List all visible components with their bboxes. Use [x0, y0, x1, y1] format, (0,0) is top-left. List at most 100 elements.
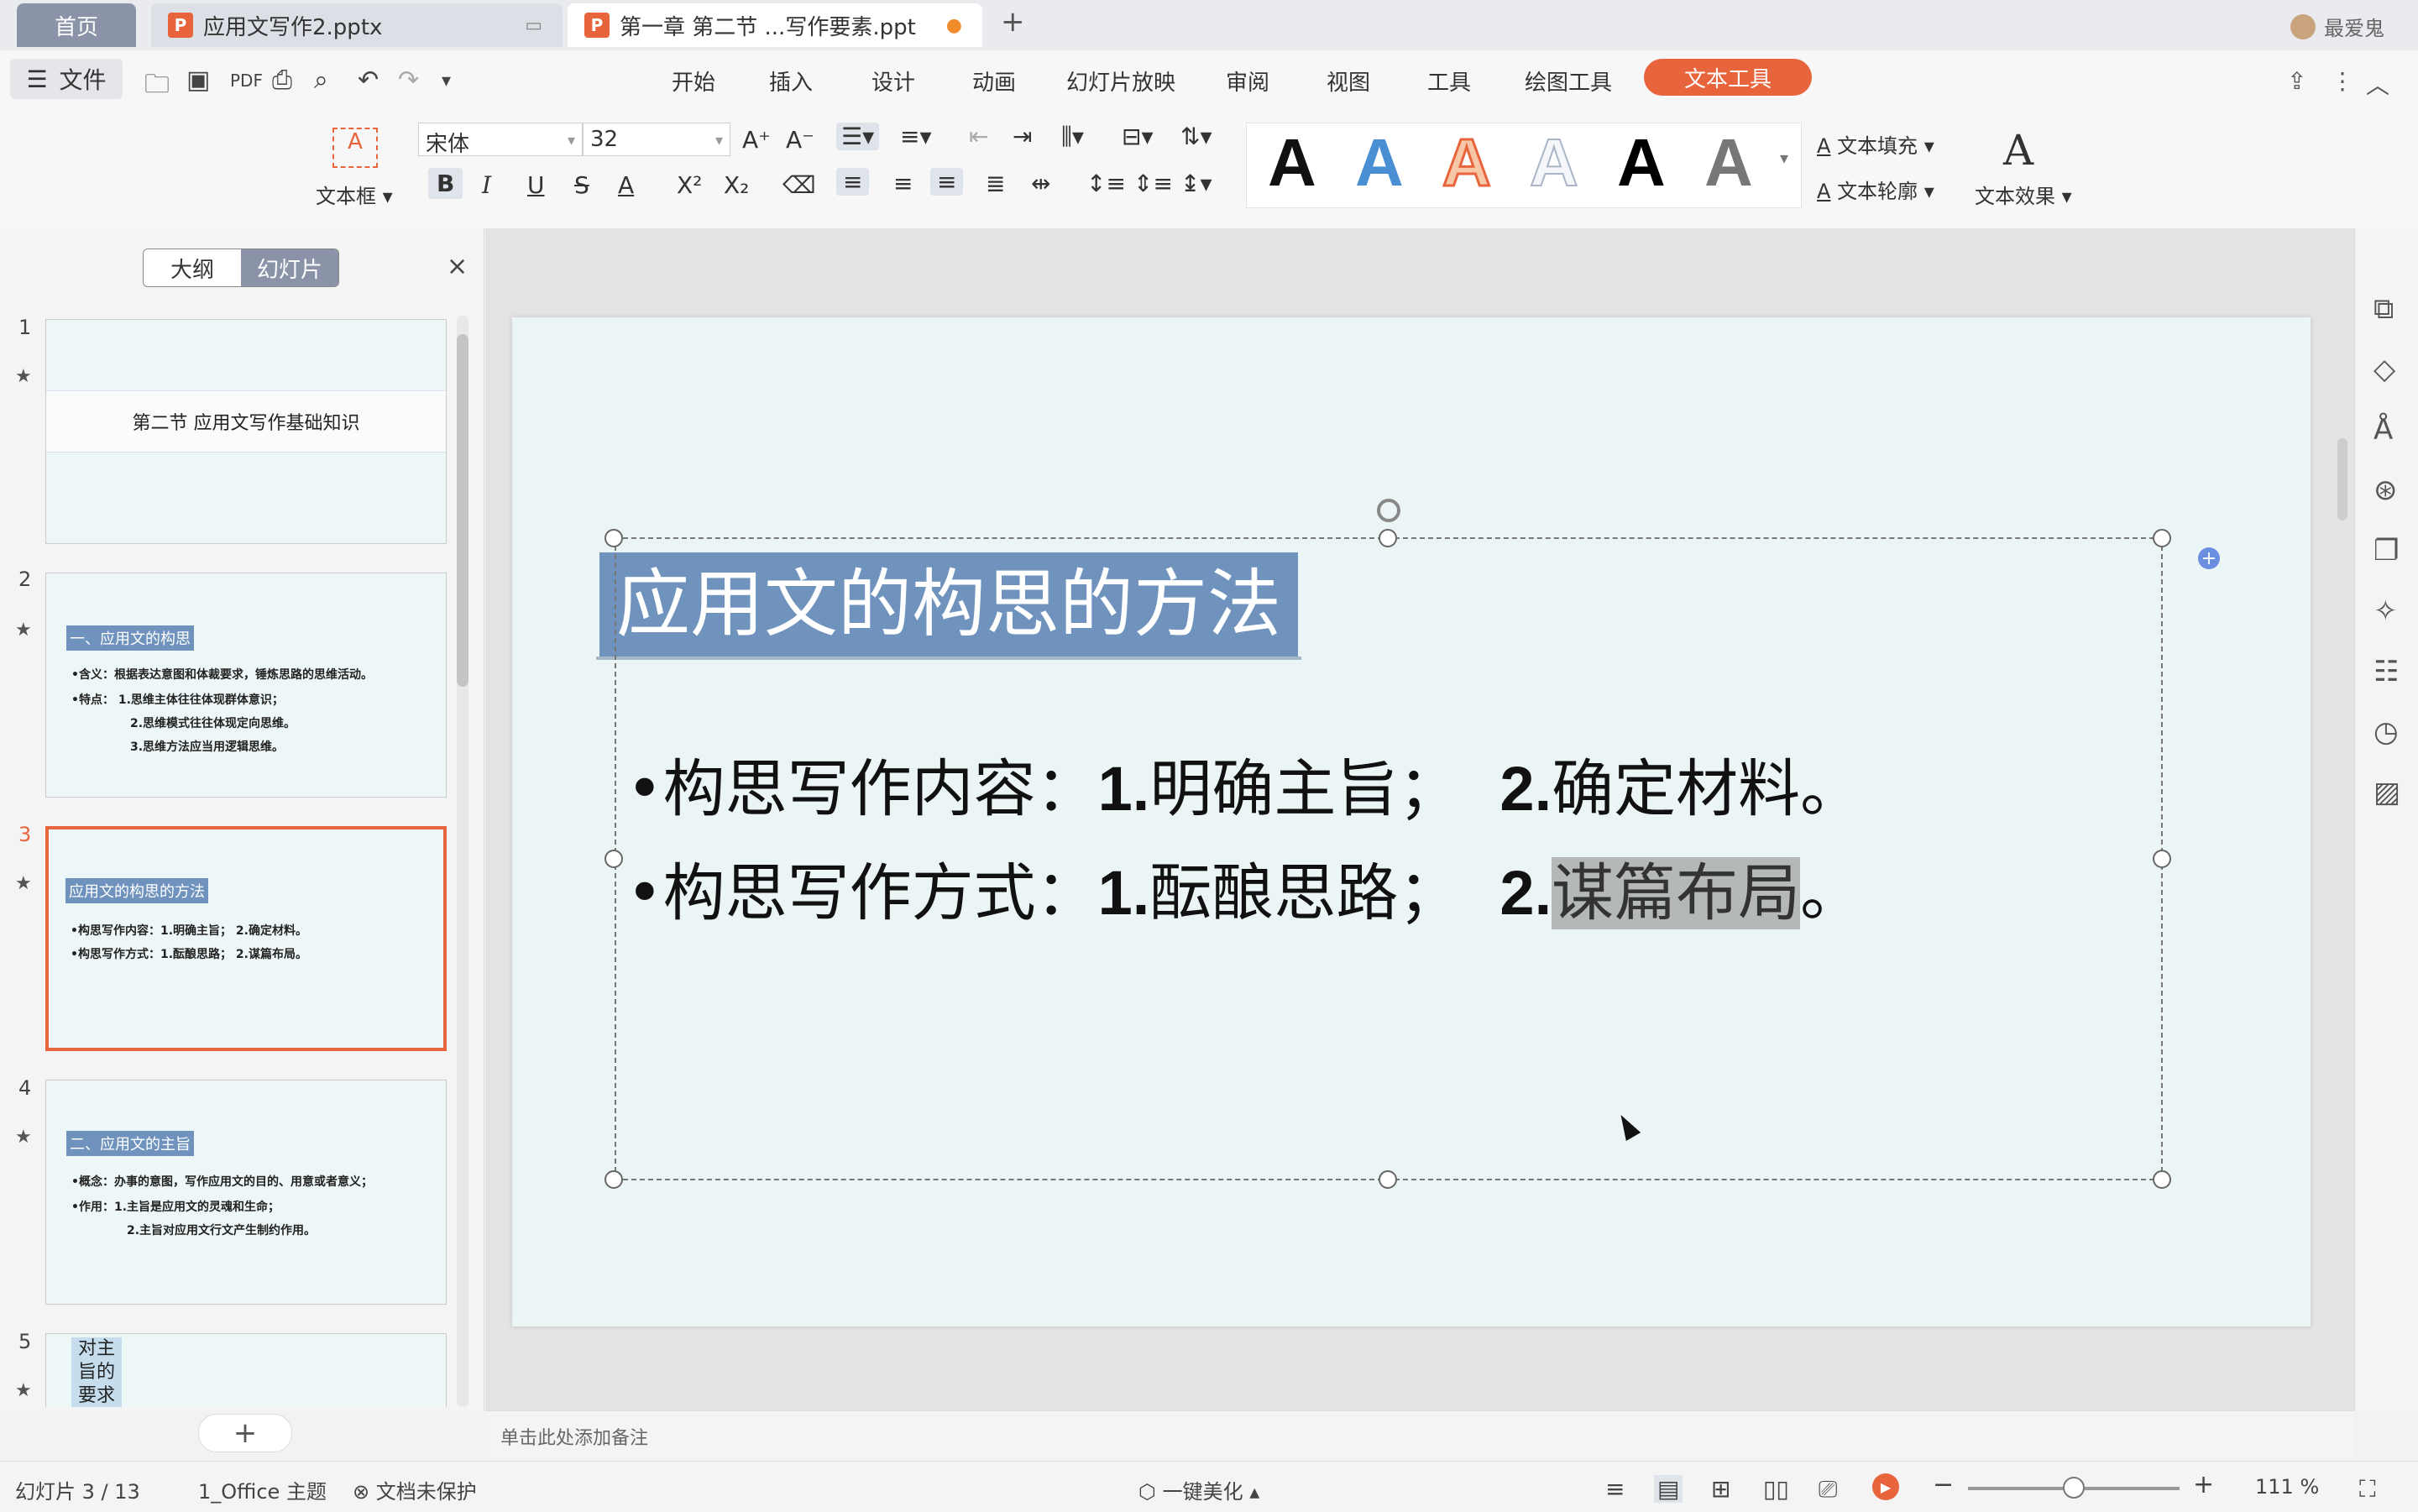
text-style-light-outline[interactable]: A: [1529, 124, 1579, 201]
menu-drawing-tools[interactable]: 绘图工具: [1525, 65, 1612, 97]
rotate-handle-icon[interactable]: [1377, 499, 1400, 522]
outline-tab[interactable]: 大纲: [144, 249, 241, 286]
normal-view-icon[interactable]: ▤: [1654, 1475, 1683, 1503]
slide-thumbnail[interactable]: 对主旨的要求: [45, 1333, 447, 1407]
collapse-ribbon-icon[interactable]: ︿: [2366, 67, 2389, 101]
font-size-select[interactable]: 32 ▾: [583, 123, 730, 156]
fit-window-icon[interactable]: ⛶: [2359, 1475, 2376, 1504]
monitor-icon[interactable]: ▭: [525, 15, 542, 36]
increase-indent-icon[interactable]: ⇥: [1013, 123, 1032, 150]
menu-design[interactable]: 设计: [871, 65, 915, 97]
close-panel-button[interactable]: ×: [447, 252, 468, 281]
menu-tools[interactable]: 工具: [1427, 65, 1471, 97]
textbox-button[interactable]: 文本框 ▾: [316, 180, 393, 209]
settings-sliders-icon[interactable]: ☷: [2374, 655, 2399, 688]
bullets-icon[interactable]: ☰▾: [836, 123, 880, 150]
layers-icon[interactable]: ❐: [2374, 534, 2399, 568]
font-color-icon[interactable]: A: [618, 171, 634, 199]
text-style-blue[interactable]: A: [1355, 124, 1404, 201]
reading-view-icon[interactable]: ▯▯: [1763, 1475, 1789, 1503]
numbering-icon[interactable]: ≡▾: [900, 123, 932, 150]
convert-icon[interactable]: ⧉: [2374, 292, 2394, 326]
menu-review[interactable]: 审阅: [1226, 65, 1269, 97]
align-right-icon[interactable]: ≡: [930, 168, 964, 196]
canvas-scrollbar[interactable]: [2336, 238, 2349, 1397]
bold-icon[interactable]: B: [428, 168, 463, 199]
text-effect-button[interactable]: 文本效果 ▾: [1975, 180, 2072, 209]
text-effect-icon[interactable]: A: [2003, 126, 2033, 175]
distribute-icon[interactable]: ⇹: [1031, 170, 1050, 197]
resize-handle[interactable]: [2153, 1170, 2171, 1189]
canvas-scrollbar-thumb[interactable]: [2337, 438, 2347, 521]
paragraph-spacing-icon[interactable]: ⇕≡: [1133, 170, 1173, 197]
more-icon[interactable]: ⋮: [2331, 67, 2354, 95]
beautify-button[interactable]: ⬡ 一键美化 ▴: [1138, 1475, 1259, 1504]
share-icon[interactable]: ⇪: [2287, 67, 2306, 95]
text-style-icon[interactable]: Å: [2374, 413, 2393, 447]
play-slideshow-button[interactable]: ▶: [1872, 1473, 1899, 1500]
line-spacing-icon[interactable]: ↕≡: [1086, 170, 1126, 197]
zoom-out-icon[interactable]: −: [1933, 1470, 1954, 1499]
text-style-black[interactable]: A: [1268, 124, 1316, 201]
textbox-icon[interactable]: A: [332, 128, 378, 168]
zoom-in-icon[interactable]: +: [2193, 1470, 2214, 1499]
history-icon[interactable]: ◷: [2374, 715, 2399, 749]
superscript-icon[interactable]: X²: [677, 171, 702, 199]
save-icon[interactable]: ▣: [186, 65, 210, 95]
notes-area[interactable]: 单击此处添加备注: [485, 1410, 2354, 1462]
slide-thumbnail[interactable]: 第二节 应用文写作基础知识: [45, 319, 447, 544]
menu-text-tools[interactable]: 文本工具: [1644, 59, 1812, 96]
align-left-icon[interactable]: ≡: [836, 168, 870, 196]
line-direction-icon[interactable]: ⇅▾: [1180, 123, 1212, 150]
italic-icon[interactable]: I: [482, 171, 491, 199]
text-style-gray[interactable]: A: [1704, 124, 1753, 201]
justify-icon[interactable]: ≣: [986, 170, 1005, 197]
image-icon[interactable]: ▨: [2374, 776, 2400, 809]
tab-file-2[interactable]: P 第一章 第二节 ...写作要素.ppt ●: [568, 3, 982, 47]
user-account[interactable]: 最爱鬼: [2290, 12, 2384, 41]
align-center-icon[interactable]: ≡: [893, 170, 913, 197]
resize-handle[interactable]: [1379, 529, 1397, 547]
text-fill-button[interactable]: A 文本填充 ▾: [1817, 129, 1934, 159]
notes-toggle-icon[interactable]: ≡: [1605, 1475, 1625, 1503]
resize-handle[interactable]: [604, 1170, 623, 1189]
clear-format-icon[interactable]: ⌫: [782, 171, 816, 199]
textbox-selection-frame[interactable]: [615, 537, 2163, 1180]
presenter-view-icon[interactable]: ⎚: [1819, 1475, 1837, 1504]
gallery-more-icon[interactable]: ▾: [1780, 148, 1788, 168]
zoom-level[interactable]: 111 %: [2255, 1475, 2319, 1499]
print-preview-icon[interactable]: ⌕: [314, 65, 328, 95]
redo-icon[interactable]: ↷: [398, 65, 419, 95]
resize-handle[interactable]: [604, 850, 623, 868]
slide-thumbnail-selected[interactable]: 应用文的构思的方法 •构思写作内容：1.明确主旨； 2.确定材料。 •构思写作方…: [45, 826, 447, 1051]
menu-insert[interactable]: 插入: [769, 65, 813, 97]
slide-thumbnail[interactable]: 一、应用文的构思 •含义：根据表达意图和体裁要求，锤炼思路的思维活动。 •特点：…: [45, 573, 447, 798]
animation-icon[interactable]: ⊛: [2374, 473, 2398, 507]
menu-view[interactable]: 视图: [1327, 65, 1370, 97]
effects-icon[interactable]: ✧: [2374, 594, 2398, 628]
text-outline-button[interactable]: A 文本轮廓 ▾: [1817, 175, 1934, 204]
increase-font-icon[interactable]: A⁺: [742, 126, 771, 154]
undo-icon[interactable]: ↶: [358, 65, 379, 95]
open-folder-icon[interactable]: 🗀: [144, 65, 170, 108]
slide-thumbnail[interactable]: 二、应用文的主旨 •概念：办事的意图，写作应用文的目的、用意或者意义； •作用：…: [45, 1080, 447, 1305]
file-menu-button[interactable]: ☰ 文件: [10, 59, 123, 99]
export-pdf-icon[interactable]: PDF: [230, 71, 263, 91]
panel-scrollbar-thumb[interactable]: [457, 334, 468, 687]
theme-name[interactable]: 1_Office 主题: [198, 1475, 327, 1504]
shapes-icon[interactable]: ◇: [2374, 353, 2395, 386]
zoom-slider-knob[interactable]: [2063, 1477, 2085, 1499]
protection-status[interactable]: ⊗ 文档未保护: [353, 1475, 477, 1504]
decrease-indent-icon[interactable]: ⇤: [969, 123, 988, 150]
sorter-view-icon[interactable]: ⊞: [1711, 1475, 1730, 1503]
tab-file-1[interactable]: P 应用文写作2.pptx ▭: [151, 3, 563, 47]
add-slide-button[interactable]: +: [198, 1414, 292, 1452]
font-name-select[interactable]: 宋体 ▾: [418, 123, 583, 157]
decrease-font-icon[interactable]: A⁻: [786, 126, 814, 154]
customize-toolbar-icon[interactable]: ▾: [442, 71, 451, 92]
columns-icon[interactable]: ⫼▾: [1061, 123, 1084, 151]
print-icon[interactable]: ⎙: [272, 65, 292, 95]
text-style-bold-black[interactable]: A: [1617, 124, 1666, 201]
text-direction-icon[interactable]: ⊟▾: [1122, 123, 1154, 150]
tab-home[interactable]: 首页: [17, 3, 136, 47]
